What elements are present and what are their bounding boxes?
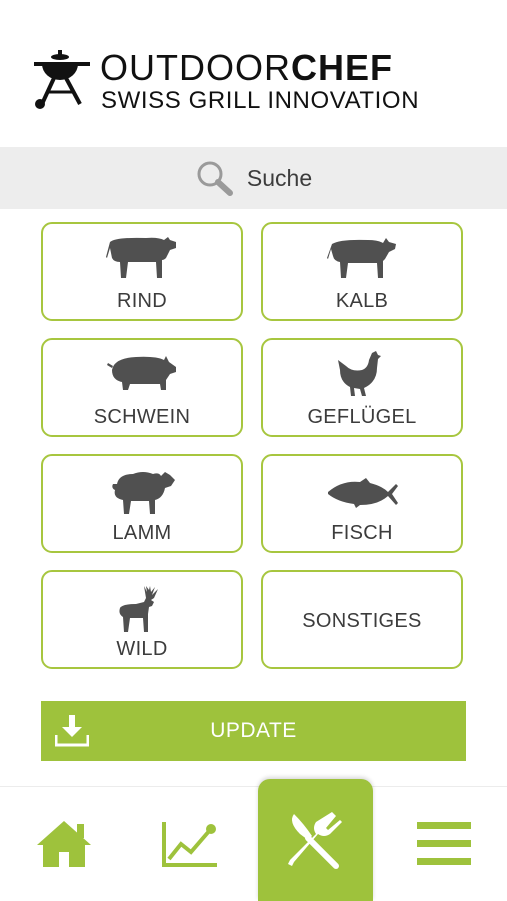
- search-icon: [197, 161, 233, 196]
- app-logo: OUTDOORCHEF SWISS GRILL INNOVATION: [0, 0, 507, 147]
- category-label: RIND: [116, 290, 168, 312]
- tab-home[interactable]: [9, 787, 119, 901]
- category-label: GEFLÜGEL: [307, 406, 417, 428]
- grill-icon: [34, 50, 90, 109]
- sheep-icon: [112, 472, 175, 514]
- category-tile-wild[interactable]: WILD: [41, 570, 243, 669]
- tab-menu[interactable]: [389, 787, 499, 901]
- chart-line-icon: [162, 822, 217, 867]
- home-icon: [37, 821, 91, 867]
- tab-recipes[interactable]: [258, 779, 373, 901]
- category-tile-fisch[interactable]: FISCH: [261, 454, 463, 553]
- category-label: KALB: [335, 290, 389, 312]
- hamburger-menu-icon: [417, 822, 471, 865]
- category-label: FISCH: [331, 522, 393, 544]
- category-tile-lamm[interactable]: LAMM: [41, 454, 243, 553]
- category-label: SCHWEIN: [93, 406, 191, 428]
- search-label: Suche: [246, 164, 313, 191]
- category-tile-sonstiges[interactable]: SONSTIGES: [261, 570, 463, 669]
- chicken-icon: [338, 351, 381, 396]
- category-tile-kalb[interactable]: KALB: [261, 222, 463, 321]
- brand-tagline: SWISS GRILL INNOVATION: [101, 87, 420, 114]
- tab-stats[interactable]: [135, 787, 245, 901]
- bottom-tab-bar: [0, 779, 507, 901]
- brand-name: OUTDOORCHEF: [100, 47, 393, 88]
- category-label: LAMM: [112, 522, 172, 544]
- cow-icon: [106, 237, 176, 278]
- category-label: SONSTIGES: [302, 610, 422, 632]
- update-label: UPDATE: [210, 719, 297, 742]
- calf-icon: [327, 238, 396, 278]
- update-button[interactable]: UPDATE: [41, 701, 466, 761]
- category-tile-rind[interactable]: RIND: [41, 222, 243, 321]
- deer-icon: [119, 586, 158, 632]
- fish-icon: [328, 478, 398, 508]
- category-tile-gefluegel[interactable]: GEFLÜGEL: [261, 338, 463, 437]
- category-label: WILD: [116, 638, 168, 660]
- pig-icon: [107, 356, 176, 390]
- fork-knife-icon: [287, 812, 342, 869]
- category-tile-schwein[interactable]: SCHWEIN: [41, 338, 243, 437]
- search-bar[interactable]: Suche: [0, 147, 507, 209]
